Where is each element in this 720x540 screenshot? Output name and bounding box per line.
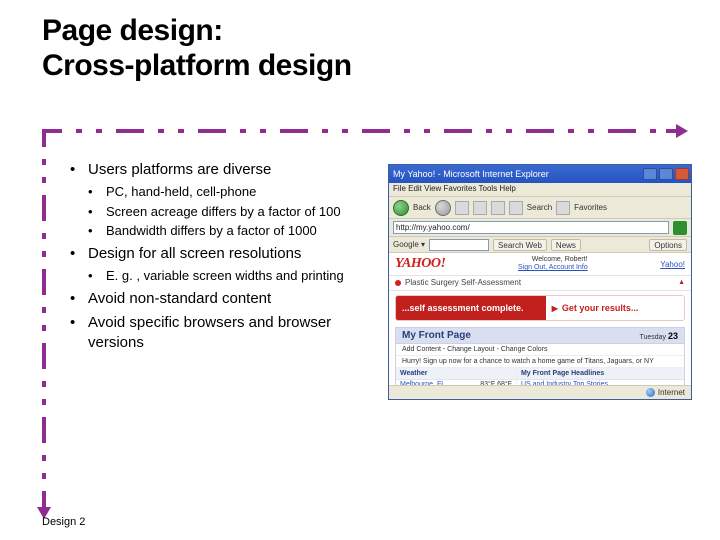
- mfp-links-text: Add Content - Change Layout - Change Col…: [402, 346, 548, 353]
- banner-right: Get your results...: [546, 296, 684, 320]
- google-news[interactable]: News: [551, 239, 581, 251]
- stop-icon[interactable]: [455, 201, 469, 215]
- google-toolbar: Google ▾ Search Web News Options: [389, 237, 691, 253]
- internet-zone-icon: [646, 388, 655, 397]
- bullet-3: Avoid non-standard content: [70, 289, 390, 309]
- weather-header: Weather: [396, 368, 516, 380]
- search-icon[interactable]: [509, 201, 523, 215]
- refresh-icon[interactable]: [473, 201, 487, 215]
- bullet-1-text: Users platforms are diverse: [88, 161, 271, 178]
- close-icon[interactable]: [675, 168, 689, 180]
- banner-left: ...self assessment complete.: [396, 296, 546, 320]
- go-icon[interactable]: [673, 221, 687, 235]
- maximize-icon[interactable]: [659, 168, 673, 180]
- mfp-date: Tuesday 23: [639, 331, 678, 341]
- back-label: Back: [413, 203, 431, 212]
- mfp-day-num: 23: [668, 331, 678, 341]
- bullet-content: Users platforms are diverse PC, hand-hel…: [70, 160, 390, 357]
- mfp-header: My Front Page Tuesday 23: [396, 328, 684, 344]
- google-options[interactable]: Options: [649, 239, 687, 251]
- minimize-icon[interactable]: [643, 168, 657, 180]
- bullet-1c: Bandwidth differs by a factor of 1000: [88, 222, 390, 240]
- promo-text[interactable]: Plastic Surgery Self-Assessment: [405, 278, 521, 287]
- mfp-links[interactable]: Add Content - Change Layout - Change Col…: [396, 344, 684, 356]
- window-buttons: [643, 168, 689, 180]
- bullet-1b: Screen acreage differs by a factor of 10…: [88, 203, 390, 221]
- window-title: My Yahoo! - Microsoft Internet Explorer: [393, 169, 549, 179]
- mfp-day: Tuesday: [639, 334, 666, 341]
- google-label[interactable]: Google ▾: [393, 240, 425, 249]
- signout-link[interactable]: Sign Out, Account Info: [518, 264, 588, 271]
- promo-row: Plastic Surgery Self-Assessment ▲: [389, 276, 691, 291]
- favorites-icon[interactable]: [556, 201, 570, 215]
- bullet-icon: [395, 280, 401, 286]
- browser-screenshot: My Yahoo! - Microsoft Internet Explorer …: [388, 164, 692, 400]
- ad-banner[interactable]: ...self assessment complete. Get your re…: [395, 295, 685, 321]
- title-line-1: Page design:: [42, 14, 720, 49]
- mfp-promo: Hurry! Sign up now for a chance to watch…: [396, 356, 684, 368]
- url-input[interactable]: http://my.yahoo.com/: [393, 221, 669, 234]
- accent-rail-vertical: [42, 129, 46, 509]
- slide-title: Page design: Cross-platform design: [0, 0, 720, 83]
- menu-bar[interactable]: File Edit View Favorites Tools Help: [389, 183, 691, 197]
- bullet-2-text: Design for all screen resolutions: [88, 245, 301, 262]
- status-bar: Internet: [389, 385, 691, 399]
- my-front-page: My Front Page Tuesday 23 Add Content - C…: [395, 327, 685, 385]
- status-text: Internet: [658, 388, 685, 397]
- yahoo-link[interactable]: Yahoo!: [660, 260, 685, 269]
- title-line-2: Cross-platform design: [42, 49, 720, 84]
- accent-rail-horizontal: [42, 129, 678, 133]
- forward-icon[interactable]: [435, 200, 451, 216]
- page-content: YAHOO! Welcome, Robert! Sign Out, Accoun…: [389, 253, 691, 385]
- bullet-2: Design for all screen resolutions E. g. …: [70, 244, 390, 285]
- slide-footer: Design 2: [42, 516, 85, 528]
- weather-module: Weather Melbourne, FL83°F 68°F New Bruns…: [396, 368, 517, 385]
- yahoo-header: YAHOO! Welcome, Robert! Sign Out, Accoun…: [389, 253, 691, 276]
- headlines-header: My Front Page Headlines: [517, 368, 684, 380]
- google-search-web[interactable]: Search Web: [493, 239, 547, 251]
- welcome-text: Welcome, Robert!: [518, 256, 588, 264]
- favorites-label: Favorites: [574, 203, 607, 212]
- yahoo-logo[interactable]: YAHOO!: [395, 256, 445, 272]
- home-icon[interactable]: [491, 201, 505, 215]
- google-search-input[interactable]: [429, 239, 489, 251]
- bullet-2a: E. g. , variable screen widths and print…: [88, 267, 390, 285]
- search-label: Search: [527, 203, 552, 212]
- back-icon[interactable]: [393, 200, 409, 216]
- arrow-right-icon: [676, 124, 688, 138]
- weather-title: Weather: [400, 370, 428, 377]
- address-bar: http://my.yahoo.com/: [389, 219, 691, 237]
- welcome-block: Welcome, Robert! Sign Out, Account Info: [518, 256, 588, 271]
- bullet-4: Avoid specific browsers and browser vers…: [70, 313, 390, 354]
- bullet-1: Users platforms are diverse PC, hand-hel…: [70, 160, 390, 240]
- bullet-1a: PC, hand-held, cell-phone: [88, 183, 390, 201]
- mfp-title: My Front Page: [402, 330, 471, 341]
- toolbar: Back Search Favorites: [389, 197, 691, 219]
- headlines-module: My Front Page Headlines US and Industry …: [517, 368, 684, 385]
- window-titlebar: My Yahoo! - Microsoft Internet Explorer: [389, 165, 691, 183]
